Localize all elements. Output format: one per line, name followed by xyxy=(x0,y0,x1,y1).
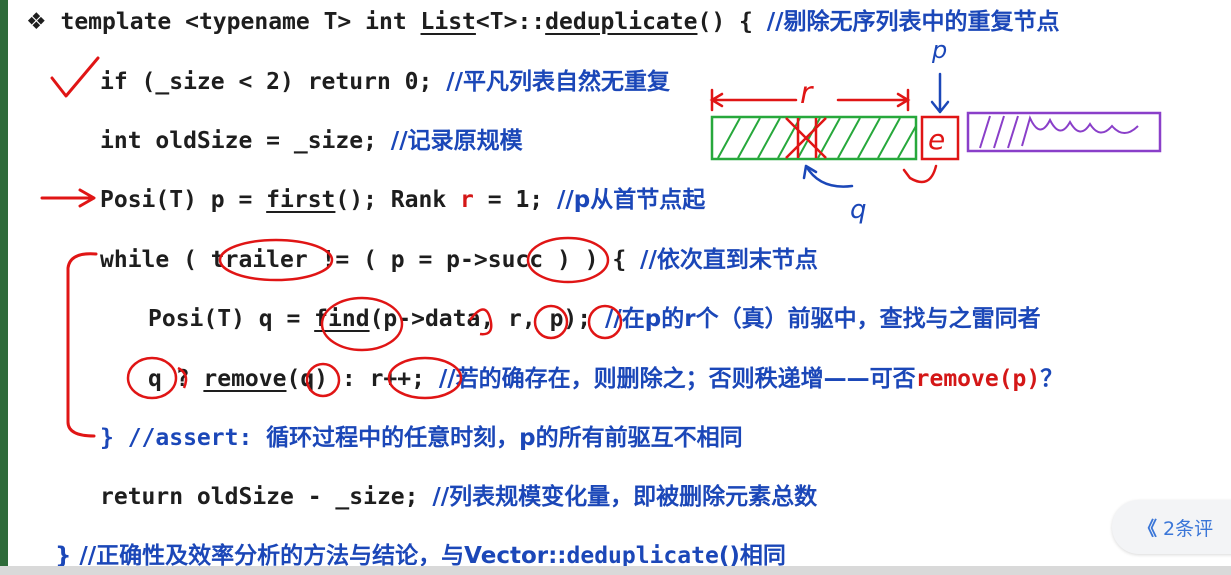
code-line-7-comment: 循环过程中的任意时刻，p的所有前驱互不相同 xyxy=(266,425,743,451)
code-line-6-tail: ？ xyxy=(1040,366,1064,392)
code-line-3-c: (); Rank xyxy=(335,187,461,213)
code-class-name: List xyxy=(420,9,476,35)
green-block xyxy=(710,115,918,161)
code-line-2: int oldSize = _size; //记录原规模 xyxy=(100,125,523,157)
p-arrow-icon xyxy=(930,72,950,114)
video-progress-strip xyxy=(0,566,1231,575)
code-line-6-comment: //若的确存在，则删除之；否则秩递增——可否 xyxy=(438,366,916,392)
code-line-6-remove: remove xyxy=(203,366,287,392)
code-line-3-r: r xyxy=(460,187,474,213)
code-line-6-a: q ? xyxy=(148,366,204,392)
code-line-1-code: if (_size < 2) return 0; xyxy=(100,69,447,95)
code-line-3: Posi(T) p = first(); Rank r = 1; //p从首节点… xyxy=(100,184,705,216)
code-line-2-code: int oldSize = _size; xyxy=(100,128,391,154)
code-line-7: } //assert: 循环过程中的任意时刻，p的所有前驱互不相同 xyxy=(100,422,743,454)
checkmark-icon xyxy=(50,56,100,98)
code-line-8-code: return oldSize - _size; xyxy=(100,484,433,510)
label-p: p xyxy=(931,36,947,64)
code-line-4: while ( trailer != ( p = p->succ ) ) { /… xyxy=(100,244,818,276)
code-line-5-c: (p->data, r, p); xyxy=(369,306,605,332)
purple-scribble xyxy=(979,115,1139,149)
chevron-left-icon: 《 xyxy=(1138,517,1158,540)
comments-button-label: 2条评 xyxy=(1163,517,1214,540)
code-line-5-comment: //在p的r个（真）前驱中，查找与之雷同者 xyxy=(604,306,1041,332)
code-line-3-a: Posi(T) p = xyxy=(100,187,267,213)
loop-bracket-icon xyxy=(66,252,98,438)
purple-block xyxy=(966,111,1162,153)
label-q: q xyxy=(850,195,867,225)
code-header-prefix: template <typename T> int xyxy=(60,9,421,35)
code-template-arg: <T>:: xyxy=(475,9,546,35)
code-line-2-comment: //记录原规模 xyxy=(390,128,523,154)
e-box xyxy=(920,115,960,161)
code-line-3-d: = 1; xyxy=(473,187,557,213)
q-arrow-icon xyxy=(802,164,854,188)
code-line-5-a: Posi(T) q = xyxy=(148,306,315,332)
code-line-5-find: find xyxy=(314,306,370,332)
code-line-8: return oldSize - _size; //列表规模变化量，即被删除元素… xyxy=(100,481,817,513)
code-line-6-c: (q) : r++; xyxy=(286,366,439,392)
code-line-6-remove-p: remove(p) xyxy=(915,366,1041,392)
code-line-4-comment: //依次直到末节点 xyxy=(640,247,818,273)
slide-left-border xyxy=(0,0,8,575)
green-hatch xyxy=(717,117,917,159)
comments-button[interactable]: 《 2条评 xyxy=(1112,500,1231,554)
code-line-6: q ? remove(q) : r++; //若的确存在，则删除之；否则秩递增—… xyxy=(148,363,1063,395)
code-line-1-comment: //平凡列表自然无重复 xyxy=(446,69,670,95)
cross-icon xyxy=(785,117,827,159)
bullet-icon: ❖ xyxy=(26,9,47,35)
code-line-5: Posi(T) q = find(p->data, r, p); //在p的r个… xyxy=(148,303,1041,335)
code-method-name: deduplicate xyxy=(545,9,698,35)
label-r: r xyxy=(800,76,814,111)
arrow-right-icon xyxy=(40,188,96,208)
code-line-1: if (_size < 2) return 0; //平凡列表自然无重复 xyxy=(100,66,670,98)
span-arrow-icon xyxy=(709,88,911,112)
code-line-8-comment: //列表规模变化量，即被删除元素总数 xyxy=(432,484,818,510)
code-line-7-code: } //assert: xyxy=(100,425,267,451)
code-line-4-code: while ( trailer != ( p = p->succ ) ) { xyxy=(100,247,641,273)
code-header-suffix: () { xyxy=(697,9,767,35)
code-line-3-first: first xyxy=(266,187,336,213)
curve-arrow-icon xyxy=(902,164,938,184)
label-e: e xyxy=(928,123,945,156)
code-header-comment: //剔除无序列表中的重复节点 xyxy=(766,9,1060,35)
code-line-3-comment: //p从首节点起 xyxy=(557,187,706,213)
code-header-line: ❖ template <typename T> int List<T>::ded… xyxy=(26,6,1060,38)
